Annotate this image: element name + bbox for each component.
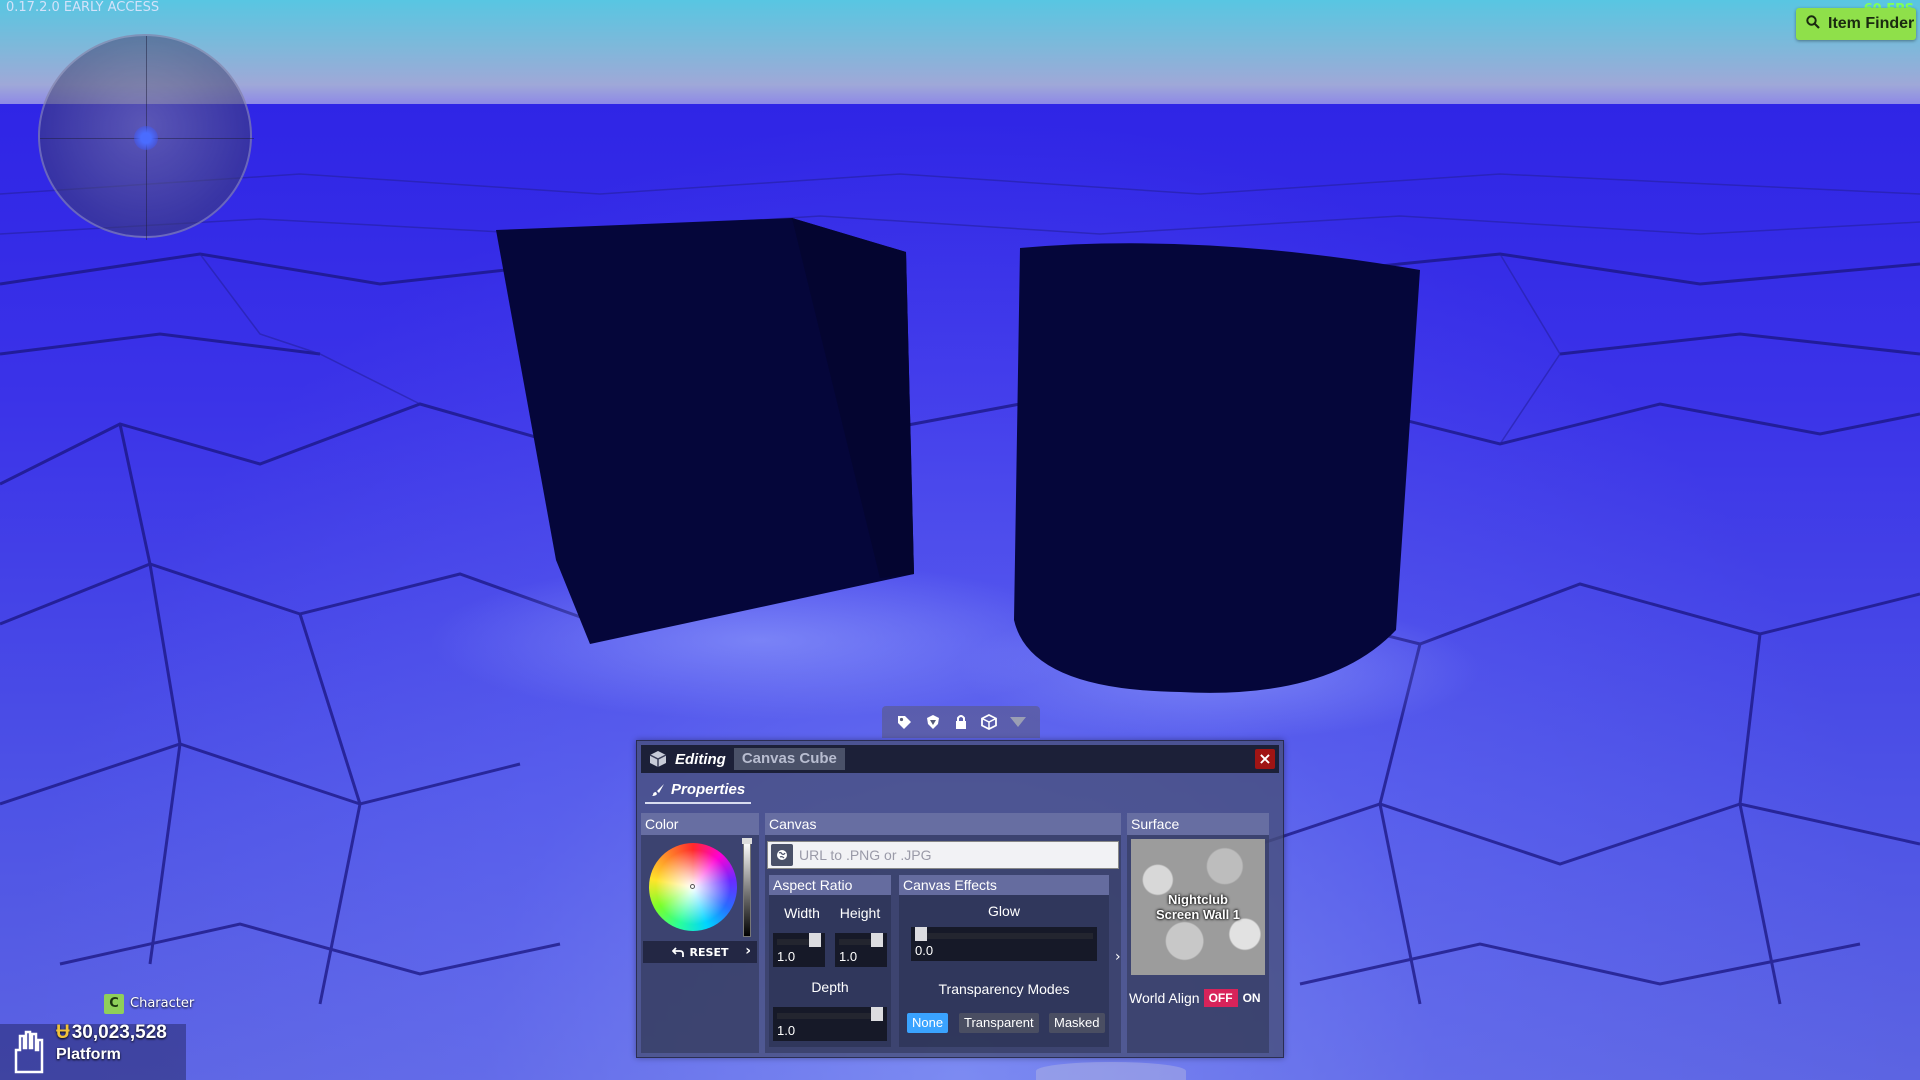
canvas-cylinder-object <box>1014 243 1420 693</box>
depth-label: Depth <box>811 979 849 995</box>
aspect-ratio-header: Aspect Ratio <box>769 875 891 895</box>
color-section: Color RESET › <box>641 813 759 1053</box>
color-header: Color <box>641 813 759 835</box>
undo-icon <box>671 947 684 957</box>
editor-titlebar[interactable]: Editing Canvas Cube × <box>641 745 1279 773</box>
height-slider[interactable]: 1.0 <box>835 933 887 967</box>
surface-material-line2: Screen Wall 1 <box>1155 907 1241 922</box>
item-finder-label: Item Finder <box>1828 15 1915 32</box>
aspect-ratio-section: Aspect Ratio Width Height 1.0 1.0 Depth … <box>769 875 891 1047</box>
mode-none-button[interactable]: None <box>907 1013 949 1033</box>
mode-masked-button[interactable]: Masked <box>1049 1013 1105 1033</box>
version-label: 0.17.2.0 EARLY ACCESS <box>6 0 160 15</box>
mode-label: Platform <box>56 1046 121 1063</box>
hotbar-handle <box>1036 1062 1186 1080</box>
brightness-slider[interactable] <box>742 838 752 937</box>
reset-button[interactable]: RESET › <box>643 941 757 963</box>
canvas-effects-section: Canvas Effects Glow 0.0 › Transparency M… <box>899 875 1121 1047</box>
width-slider[interactable]: 1.0 <box>773 933 825 967</box>
chevron-down-icon[interactable] <box>1008 712 1028 732</box>
depth-value[interactable]: 1.0 <box>777 1023 795 1038</box>
canvas-effects-header: Canvas Effects <box>899 875 1109 895</box>
close-button[interactable]: × <box>1255 749 1275 769</box>
currency-icon: Ʉ <box>56 1022 70 1043</box>
character-badge[interactable]: C <box>104 994 124 1014</box>
height-slider-knob[interactable] <box>871 933 883 947</box>
world-align-toggle[interactable]: OFF ON <box>1203 989 1266 1007</box>
object-toolbar <box>882 706 1040 738</box>
canvas-section: Canvas Aspect Ratio Width Height 1.0 1.0… <box>765 813 1121 1053</box>
width-value[interactable]: 1.0 <box>777 949 795 964</box>
world-align-off[interactable]: OFF <box>1203 989 1238 1007</box>
tag-icon[interactable] <box>894 712 914 732</box>
width-slider-knob[interactable] <box>809 933 821 947</box>
search-icon <box>1806 14 1820 34</box>
tab-properties[interactable]: Properties <box>645 777 752 804</box>
depth-slider-knob[interactable] <box>871 1007 883 1021</box>
effects-expand-chevron[interactable]: › <box>1115 949 1121 965</box>
surface-material-line1: Nightclub <box>1168 892 1228 907</box>
money-value: 30,023,528 <box>71 1022 167 1043</box>
url-input[interactable] <box>799 847 1099 863</box>
platform-hand-icon <box>14 1030 44 1074</box>
shield-icon[interactable] <box>923 712 943 732</box>
editor-title: Editing <box>675 750 726 768</box>
world-align-row: World Align OFF ON <box>1129 989 1266 1007</box>
transparency-modes-label: Transparency Modes <box>938 981 1070 997</box>
surface-material-thumbnail[interactable]: Nightclub Screen Wall 1 <box>1131 839 1265 975</box>
globe-icon <box>771 844 793 866</box>
mode-transparent-button[interactable]: Transparent <box>959 1013 1039 1033</box>
brightness-slider-knob[interactable] <box>742 838 752 844</box>
surface-material-name: Nightclub Screen Wall 1 <box>1156 892 1240 922</box>
money-display: Ʉ 30,023,528 <box>56 1022 167 1044</box>
tab-properties-label: Properties <box>671 781 746 798</box>
canvas-header: Canvas <box>765 813 1121 835</box>
player-position-dot <box>134 126 158 150</box>
item-finder-button[interactable]: Item Finder <box>1796 8 1916 40</box>
brush-icon <box>652 783 664 796</box>
reset-label: RESET <box>689 945 729 959</box>
depth-slider[interactable]: 1.0 <box>773 1007 887 1041</box>
player-status-hud: C Character Ʉ 30,023,528 Platform <box>0 994 194 1080</box>
world-align-on[interactable]: ON <box>1238 989 1266 1007</box>
lock-icon[interactable] <box>951 712 971 732</box>
color-expand-chevron[interactable]: › <box>745 943 751 959</box>
cube-icon[interactable] <box>979 712 999 732</box>
glow-slider[interactable]: 0.0 <box>911 927 1097 961</box>
height-value[interactable]: 1.0 <box>839 949 857 964</box>
height-label: Height <box>839 905 881 921</box>
glow-value[interactable]: 0.0 <box>915 943 933 958</box>
surface-section: Surface Nightclub Screen Wall 1 World Ali… <box>1127 813 1269 1053</box>
world-align-label: World Align <box>1129 990 1200 1006</box>
width-label: Width <box>784 905 820 921</box>
url-field[interactable] <box>767 841 1119 869</box>
color-cursor[interactable] <box>690 884 695 889</box>
cube-icon <box>649 751 667 767</box>
color-wheel[interactable] <box>649 843 737 931</box>
glow-slider-knob[interactable] <box>915 927 927 941</box>
character-label: Character <box>130 996 195 1011</box>
surface-header: Surface <box>1127 813 1269 835</box>
glow-label: Glow <box>988 903 1020 919</box>
object-name[interactable]: Canvas Cube <box>733 748 845 770</box>
editor-panel: Editing Canvas Cube × Properties Color R… <box>636 740 1284 1058</box>
minimap-compass <box>38 34 254 240</box>
